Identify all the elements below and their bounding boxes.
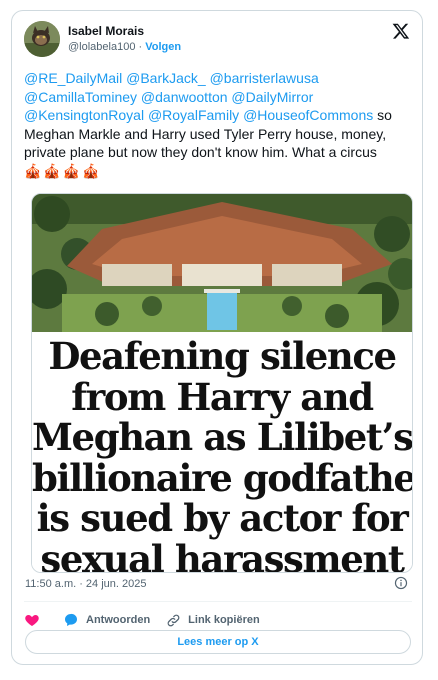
mention-link[interactable]: @barristerlawusa <box>210 70 319 86</box>
copy-link-button[interactable]: Link kopiëren <box>166 613 260 628</box>
author-handle-line: @lolabela100 · Volgen <box>68 41 181 53</box>
headline-line: billionaire godfather <box>32 455 413 500</box>
action-bar: Antwoorden Link kopiëren <box>24 609 276 631</box>
reply-bubble-icon <box>65 613 77 626</box>
mention-link[interactable]: @danwootton <box>141 89 228 105</box>
mention-link[interactable]: @BarkJack_ <box>126 70 206 86</box>
tweet-card: Isabel Morais @lolabela100 · Volgen @RE_… <box>11 10 423 665</box>
like-button[interactable] <box>24 612 47 628</box>
tweet-text: @RE_DailyMail @BarkJack_ @barristerlawus… <box>24 69 416 180</box>
x-logo-icon[interactable] <box>392 22 410 40</box>
headline-line: from Harry and <box>71 374 374 419</box>
mention-link[interactable]: @KensingtonRoyal <box>24 107 144 123</box>
headline-line: sexual harassment <box>40 536 405 573</box>
divider <box>24 601 412 602</box>
circus-tent-emojis: 🎪🎪🎪🎪 <box>24 162 102 179</box>
info-icon[interactable] <box>394 576 408 590</box>
reply-label: Antwoorden <box>86 614 151 626</box>
avatar[interactable] <box>24 21 60 57</box>
heart-icon <box>25 615 39 626</box>
mention-link[interactable]: @DailyMirror <box>231 89 313 105</box>
avatar-image <box>24 21 60 57</box>
follow-button[interactable]: Volgen <box>145 41 181 53</box>
author-handle[interactable]: @lolabela100 <box>68 41 135 53</box>
link-icon <box>167 614 180 626</box>
handle-separator: · <box>138 41 143 53</box>
headline-line: is sued by actor for <box>36 496 409 540</box>
tweet-timestamp[interactable]: 11:50 a.m. · 24 jun. 2025 <box>25 578 147 590</box>
mention-link[interactable]: @RE_DailyMail <box>24 70 122 86</box>
mention-link[interactable]: @CamillaTominey <box>24 89 137 105</box>
mention-link[interactable]: @HouseofCommons <box>243 107 373 123</box>
aerial-house-photo <box>32 194 412 332</box>
copy-link-label: Link kopiëren <box>188 614 260 626</box>
reply-button[interactable]: Antwoorden <box>63 612 150 628</box>
author-name[interactable]: Isabel Morais <box>68 24 144 38</box>
headline: Deafening silence from Harry and Meghan … <box>32 332 412 572</box>
tweet-media[interactable]: Deafening silence from Harry and Meghan … <box>31 193 413 573</box>
headline-line: Meghan as Lilibet’s <box>32 415 413 459</box>
mention-link[interactable]: @RoyalFamily <box>148 107 239 123</box>
headline-line: Deafening silence <box>48 334 397 378</box>
read-more-button[interactable]: Lees meer op X <box>25 630 411 654</box>
